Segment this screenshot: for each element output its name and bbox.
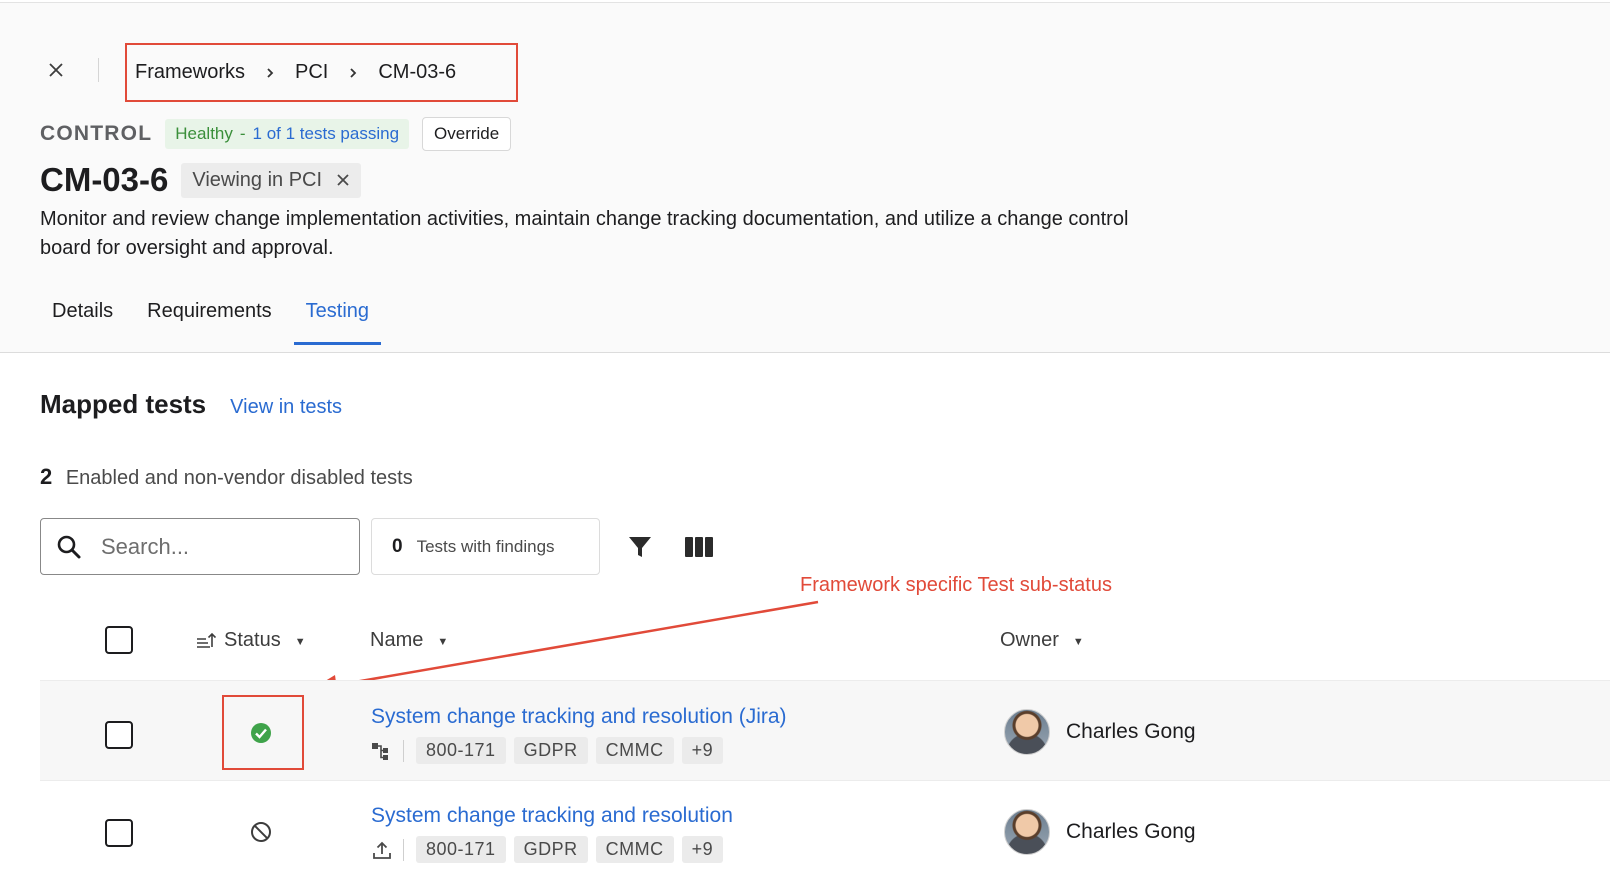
owner-name: Charles Gong [1066, 720, 1196, 743]
close-button[interactable] [44, 58, 68, 82]
framework-tag: GDPR [513, 836, 588, 863]
health-detail: 1 of 1 tests passing [252, 124, 400, 143]
chevron-right-icon [265, 67, 275, 79]
control-description: Monitor and review change implementation… [40, 208, 1129, 259]
framework-tag: 800-171 [416, 737, 506, 764]
table-row[interactable]: System change tracking and resolution 80… [40, 781, 1610, 882]
tests-with-findings-button[interactable]: 0 Tests with findings [371, 518, 600, 575]
chevron-right-icon [348, 67, 358, 79]
filter-button[interactable] [626, 532, 654, 562]
mapped-tests-header: Mapped tests View in tests [40, 389, 342, 420]
search-box [40, 518, 360, 575]
columns-icon [685, 537, 713, 557]
breadcrumb: Frameworks PCI CM-03-6 [125, 43, 518, 102]
close-icon [49, 63, 63, 77]
avatar [1004, 709, 1050, 755]
owner-name: Charles Gong [1066, 820, 1196, 843]
health-separator: - [239, 124, 246, 143]
columns-button[interactable] [684, 532, 714, 562]
column-label-status: Status [224, 628, 281, 651]
tests-count-line: 2 Enabled and non-vendor disabled tests [40, 464, 413, 490]
breadcrumb-frameworks[interactable]: Frameworks [135, 61, 245, 84]
framework-tag: 800-171 [416, 836, 506, 863]
page-title: CM-03-6 [40, 161, 169, 198]
caret-down-icon: ▼ [294, 636, 306, 648]
tag-separator [403, 838, 404, 861]
control-meta-row: CONTROL Healthy - 1 of 1 tests passing O… [40, 117, 512, 151]
view-in-tests-link[interactable]: View in tests [230, 396, 342, 419]
findings-count: 0 [392, 535, 403, 557]
more-frameworks-tag[interactable]: +9 [681, 737, 724, 764]
framework-tag: GDPR [513, 737, 588, 764]
framework-tag: CMMC [595, 836, 674, 863]
search-input[interactable] [101, 533, 341, 560]
view-chip-label: Viewing in PCI [192, 168, 323, 191]
tab-testing[interactable]: Testing [293, 296, 382, 345]
integration-icon [371, 740, 393, 762]
avatar [1004, 809, 1050, 855]
section-title: Mapped tests [40, 389, 207, 419]
close-icon [337, 174, 349, 186]
framework-tag: CMMC [595, 737, 674, 764]
sort-icon [197, 632, 216, 648]
tests-count-label: Enabled and non-vendor disabled tests [65, 467, 413, 489]
annotation-label: Framework specific Test sub-status [800, 574, 1112, 596]
not-applicable-icon [250, 821, 272, 843]
override-button[interactable]: Override [422, 117, 512, 151]
column-label-name: Name [370, 628, 424, 651]
title-row: CM-03-6 Viewing in PCI [40, 160, 362, 200]
findings-label: Tests with findings [416, 536, 555, 556]
upload-icon [371, 839, 393, 861]
column-header-owner[interactable]: Owner ▼ [1000, 620, 1084, 660]
test-tags: 800-171 GDPR CMMC +9 [371, 836, 724, 863]
row-checkbox[interactable] [105, 721, 133, 749]
more-frameworks-tag[interactable]: +9 [681, 836, 724, 863]
tests-count: 2 [40, 464, 53, 489]
header-divider [98, 58, 99, 82]
column-label-owner: Owner [1000, 628, 1059, 651]
breadcrumb-current: CM-03-6 [378, 61, 457, 83]
test-name-link[interactable]: System change tracking and resolution [371, 804, 733, 828]
caret-down-icon: ▼ [1072, 636, 1084, 648]
test-tags: 800-171 GDPR CMMC +9 [371, 737, 724, 764]
owner-cell: Charles Gong [1004, 709, 1196, 755]
framework-view-chip: Viewing in PCI [181, 162, 362, 198]
health-badge: Healthy - 1 of 1 tests passing [165, 119, 410, 149]
column-header-status[interactable]: Status ▼ [196, 620, 306, 660]
control-eyebrow: CONTROL [40, 122, 153, 145]
caret-down-icon: ▼ [437, 636, 449, 648]
health-status: Healthy [175, 124, 233, 143]
table-row[interactable]: System change tracking and resolution (J… [40, 680, 1610, 781]
test-name-link[interactable]: System change tracking and resolution (J… [371, 705, 787, 729]
chip-close-button[interactable] [336, 173, 350, 187]
column-header-name[interactable]: Name ▼ [370, 620, 448, 660]
tab-requirements[interactable]: Requirements [135, 296, 284, 343]
table-header: Status ▼ Name ▼ Owner ▼ [40, 620, 1610, 664]
select-all-checkbox[interactable] [105, 626, 133, 654]
search-icon [55, 533, 83, 561]
row-checkbox[interactable] [105, 819, 133, 847]
filter-icon [629, 537, 651, 557]
tab-bar: Details Requirements Testing [40, 296, 382, 353]
check-circle-icon [250, 722, 272, 744]
tab-details[interactable]: Details [40, 296, 125, 343]
owner-cell: Charles Gong [1004, 809, 1196, 855]
breadcrumb-pci[interactable]: PCI [295, 61, 328, 84]
tag-separator [403, 739, 404, 762]
